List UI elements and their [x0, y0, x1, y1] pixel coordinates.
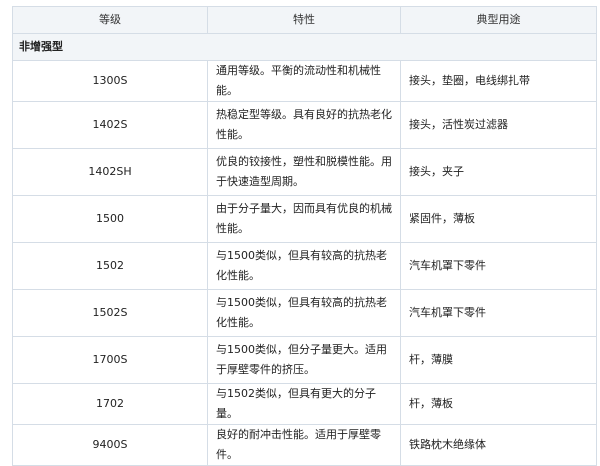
cell-grade: 1300S — [12, 60, 208, 102]
cell-property: 与1502类似，但具有更大的分子量。 — [207, 383, 401, 425]
page: 等级 特性 典型用途 非增强型 1300S 通用等级。平衡的流动性和机械性能。 … — [0, 0, 600, 466]
cell-grade: 1700S — [12, 336, 208, 384]
cell-property: 优良的铰接性，塑性和脱模性能。用于快速造型周期。 — [207, 148, 401, 196]
header-property: 特性 — [207, 6, 401, 34]
cell-typical-use: 接头，活性炭过滤器 — [400, 101, 597, 149]
table-row: 1402S 热稳定型等级。具有良好的抗热老化性能。 接头，活性炭过滤器 — [12, 101, 597, 149]
cell-typical-use: 接头，夹子 — [400, 148, 597, 196]
section-row: 非增强型 — [12, 33, 597, 61]
cell-typical-use: 紧固件，薄板 — [400, 195, 597, 243]
cell-typical-use: 接头，垫圈，电线绑扎带 — [400, 60, 597, 102]
cell-typical-use: 铁路枕木绝缘体 — [400, 424, 597, 466]
table-row: 1500 由于分子量大，因而具有优良的机械性能。 紧固件，薄板 — [12, 195, 597, 243]
grade-table: 等级 特性 典型用途 非增强型 1300S 通用等级。平衡的流动性和机械性能。 … — [12, 6, 597, 466]
cell-typical-use: 杆，薄膜 — [400, 336, 597, 384]
cell-grade: 1402SH — [12, 148, 208, 196]
cell-typical-use: 杆，薄板 — [400, 383, 597, 425]
table-row: 1402SH 优良的铰接性，塑性和脱模性能。用于快速造型周期。 接头，夹子 — [12, 148, 597, 196]
cell-property: 通用等级。平衡的流动性和机械性能。 — [207, 60, 401, 102]
table-row: 9400S 良好的耐冲击性能。适用于厚壁零件。 铁路枕木绝缘体 — [12, 424, 597, 466]
cell-property: 与1500类似，但具有较高的抗热老化性能。 — [207, 242, 401, 290]
table-header-row: 等级 特性 典型用途 — [12, 6, 597, 34]
table-row: 1700S 与1500类似，但分子量更大。适用于厚壁零件的挤压。 杆，薄膜 — [12, 336, 597, 384]
cell-property: 热稳定型等级。具有良好的抗热老化性能。 — [207, 101, 401, 149]
header-typical-use: 典型用途 — [400, 6, 597, 34]
cell-property: 与1500类似，但分子量更大。适用于厚壁零件的挤压。 — [207, 336, 401, 384]
cell-typical-use: 汽车机罩下零件 — [400, 242, 597, 290]
cell-property: 与1500类似，但具有较高的抗热老化性能。 — [207, 289, 401, 337]
table-row: 1300S 通用等级。平衡的流动性和机械性能。 接头，垫圈，电线绑扎带 — [12, 60, 597, 102]
cell-grade: 1500 — [12, 195, 208, 243]
section-label: 非增强型 — [12, 33, 597, 61]
cell-grade: 1402S — [12, 101, 208, 149]
table-row: 1502S 与1500类似，但具有较高的抗热老化性能。 汽车机罩下零件 — [12, 289, 597, 337]
cell-grade: 1502 — [12, 242, 208, 290]
cell-property: 由于分子量大，因而具有优良的机械性能。 — [207, 195, 401, 243]
table-row: 1702 与1502类似，但具有更大的分子量。 杆，薄板 — [12, 383, 597, 425]
cell-grade: 9400S — [12, 424, 208, 466]
cell-property: 良好的耐冲击性能。适用于厚壁零件。 — [207, 424, 401, 466]
cell-typical-use: 汽车机罩下零件 — [400, 289, 597, 337]
cell-grade: 1502S — [12, 289, 208, 337]
header-grade: 等级 — [12, 6, 208, 34]
table-row: 1502 与1500类似，但具有较高的抗热老化性能。 汽车机罩下零件 — [12, 242, 597, 290]
cell-grade: 1702 — [12, 383, 208, 425]
